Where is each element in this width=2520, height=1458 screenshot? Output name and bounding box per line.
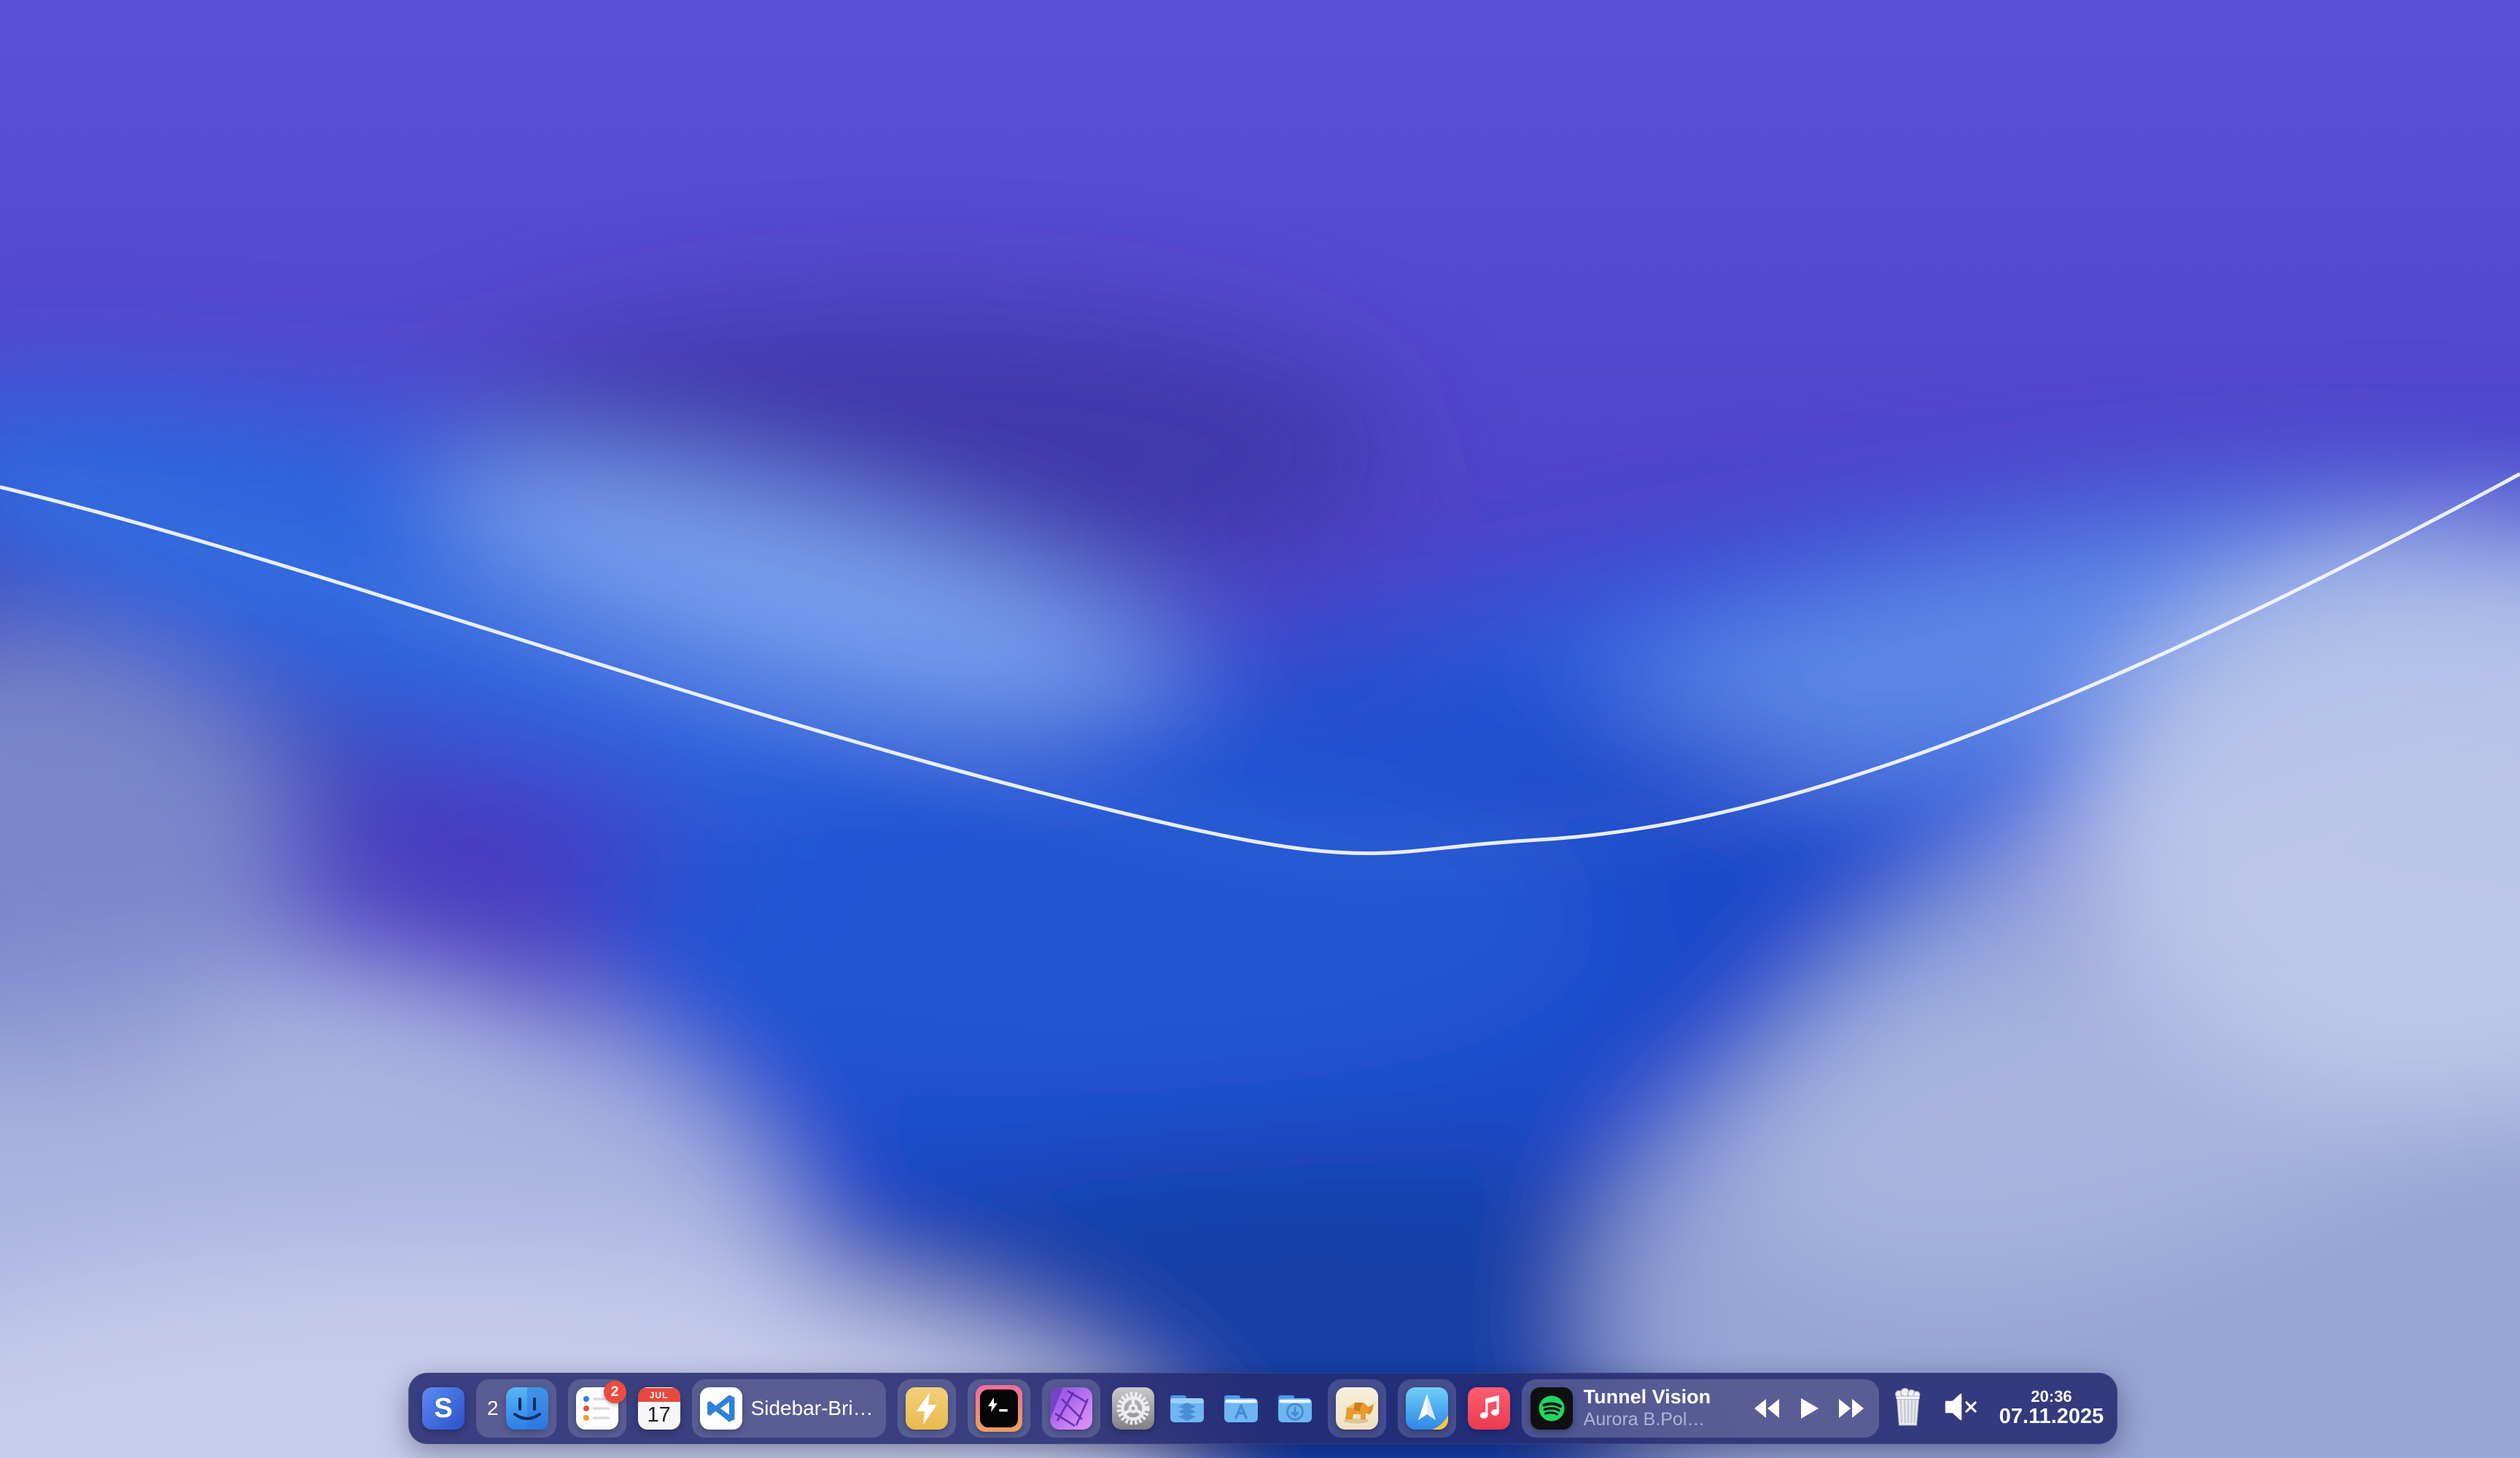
play-icon — [1799, 1397, 1819, 1419]
folder-downloads-glyph — [1274, 1387, 1316, 1430]
dock: S 2 — [408, 1373, 2118, 1444]
finder-window-group[interactable]: 2 — [476, 1379, 556, 1438]
lightning-app-icon[interactable] — [906, 1387, 948, 1430]
calendar-day: 17 — [638, 1402, 680, 1428]
wallpaper-image — [0, 0, 2520, 1458]
system-settings-icon[interactable] — [1112, 1387, 1154, 1430]
track-title: Tunnel Vision — [1584, 1386, 1738, 1409]
origami-elephant-group[interactable] — [1328, 1379, 1386, 1438]
lightning-app-group[interactable] — [898, 1379, 956, 1438]
vscode-window-group[interactable]: Sidebar-Bri… — [692, 1379, 886, 1438]
folder-applications-icon[interactable] — [1220, 1387, 1262, 1430]
finder-icon[interactable] — [506, 1387, 548, 1430]
folder-applications-glyph — [1220, 1387, 1262, 1430]
reminders-group[interactable]: 2 — [568, 1379, 626, 1438]
trash-icon[interactable] — [1891, 1387, 1925, 1430]
lightning-bolt-icon — [906, 1387, 948, 1430]
trash-full-icon — [1891, 1387, 1925, 1427]
now-playing-text: Tunnel Vision Aurora B.Pol… — [1584, 1386, 1738, 1430]
paper-plane-icon — [1406, 1387, 1448, 1430]
calendar-icon[interactable]: JUL 17 — [638, 1387, 680, 1430]
reminders-badge: 2 — [604, 1381, 626, 1403]
spotify-logo-icon — [1531, 1387, 1573, 1430]
previous-track-button[interactable] — [1754, 1397, 1780, 1419]
calendar-month: JUL — [638, 1388, 680, 1402]
s-app-icon[interactable]: S — [422, 1387, 464, 1430]
aperture-icon — [1050, 1387, 1092, 1430]
next-track-button[interactable] — [1838, 1397, 1864, 1419]
play-button[interactable] — [1799, 1397, 1819, 1419]
affinity-photo-icon[interactable] — [1050, 1387, 1092, 1430]
spark-mail-group[interactable] — [1398, 1379, 1456, 1438]
folder-stack-icon[interactable] — [1166, 1387, 1208, 1430]
terminal-screen — [980, 1389, 1018, 1427]
desktop: S 2 — [0, 0, 2520, 1458]
terminal-group[interactable] — [968, 1379, 1030, 1438]
apple-music-icon[interactable] — [1468, 1387, 1510, 1430]
reminders-icon[interactable]: 2 — [576, 1387, 618, 1430]
music-note-icon — [1468, 1387, 1510, 1430]
finder-window-count: 2 — [484, 1397, 499, 1420]
clock-date: 07.11.2025 — [1999, 1406, 2104, 1429]
finder-face-icon — [506, 1387, 548, 1430]
terminal-prompt-icon — [980, 1389, 1018, 1427]
playback-controls — [1754, 1397, 1864, 1419]
spark-mail-icon[interactable] — [1406, 1387, 1448, 1430]
vscode-icon[interactable] — [700, 1387, 742, 1430]
vscode-logo-icon — [705, 1392, 737, 1424]
affinity-photo-group[interactable] — [1042, 1379, 1100, 1438]
clock-time: 20:36 — [2031, 1388, 2072, 1406]
gear-icon — [1112, 1387, 1154, 1430]
rewind-icon — [1754, 1397, 1780, 1419]
track-artist: Aurora B.Pol… — [1584, 1409, 1738, 1431]
fast-forward-icon — [1838, 1397, 1864, 1419]
spotify-icon[interactable] — [1531, 1387, 1573, 1430]
speaker-mute-icon — [1942, 1392, 1982, 1422]
volume-muted-icon[interactable] — [1942, 1392, 1982, 1426]
now-playing-widget[interactable]: Tunnel Vision Aurora B.Pol… — [1522, 1379, 1879, 1438]
clock[interactable]: 20:36 07.11.2025 — [1999, 1388, 2104, 1429]
origami-elephant-icon[interactable] — [1336, 1387, 1378, 1430]
folder-stack-glyph — [1166, 1387, 1208, 1430]
dock-status-area: 20:36 07.11.2025 — [1891, 1387, 2107, 1430]
terminal-icon[interactable] — [976, 1385, 1022, 1432]
vscode-window-title: Sidebar-Bri… — [750, 1397, 878, 1420]
s-app-glyph: S — [434, 1393, 452, 1424]
folder-downloads-icon[interactable] — [1274, 1387, 1316, 1430]
elephant-glyph — [1336, 1387, 1378, 1430]
